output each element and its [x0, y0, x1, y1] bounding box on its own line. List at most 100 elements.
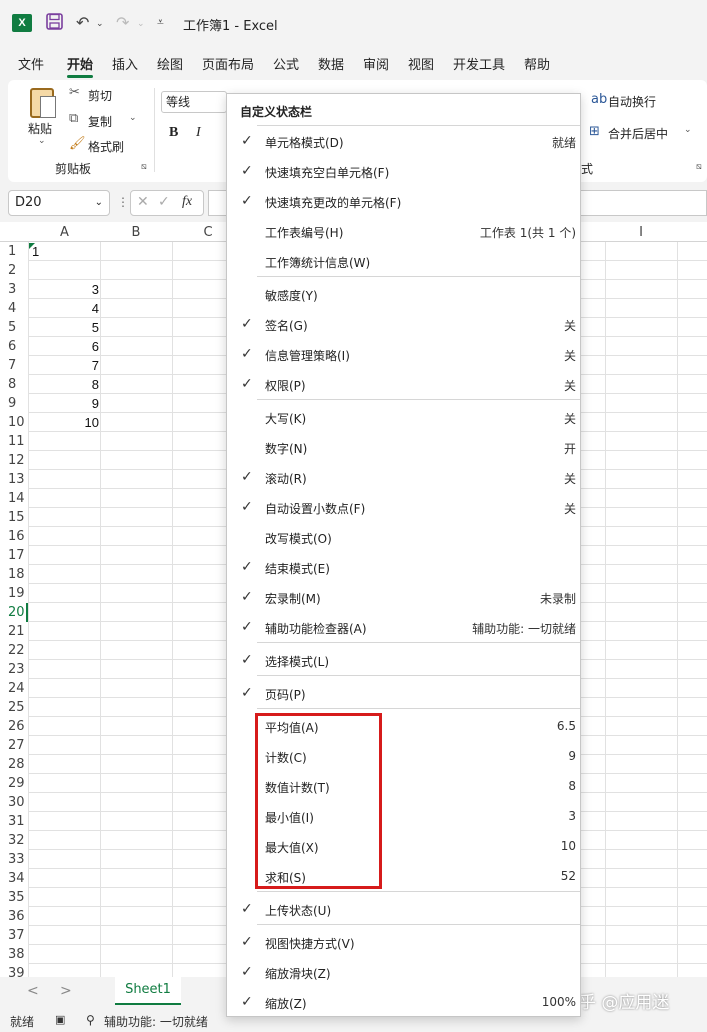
menu-item[interactable]: ✓ 宏录制(M) 未录制	[227, 582, 580, 612]
menu-item[interactable]: 工作簿统计信息(W)	[227, 246, 580, 276]
tab-page-layout[interactable]: 页面布局	[202, 54, 254, 73]
row-header[interactable]: 24	[0, 679, 28, 698]
sheet-tab-sheet1[interactable]: Sheet1	[115, 977, 181, 1005]
row-header[interactable]: 32	[0, 831, 28, 850]
wrap-text-icon[interactable]: ab	[591, 92, 607, 107]
row-header[interactable]: 1	[0, 242, 28, 261]
column-header-i[interactable]: I	[605, 225, 677, 240]
wrap-text-button[interactable]: 自动换行	[608, 93, 656, 110]
row-header[interactable]: 5	[0, 318, 28, 337]
tab-insert[interactable]: 插入	[112, 54, 138, 73]
copy-dropdown-icon[interactable]: ⌄	[129, 113, 137, 123]
cell-a5[interactable]: 5	[29, 318, 99, 337]
name-box[interactable]: D20 ⌄	[8, 190, 110, 216]
menu-item[interactable]: 工作表编号(H) 工作表 1(共 1 个)	[227, 216, 580, 246]
row-header[interactable]: 4	[0, 299, 28, 318]
menu-item[interactable]: ✓ 辅助功能检查器(A) 辅助功能: 一切就绪	[227, 612, 580, 642]
row-header[interactable]: 19	[0, 584, 28, 603]
row-header[interactable]: 14	[0, 489, 28, 508]
cell-a10[interactable]: 10	[29, 413, 99, 432]
row-header[interactable]: 13	[0, 470, 28, 489]
row-header[interactable]: 26	[0, 717, 28, 736]
row-header[interactable]: 29	[0, 774, 28, 793]
tab-draw[interactable]: 绘图	[157, 54, 183, 73]
copy-icon[interactable]: ⧉	[69, 111, 78, 126]
menu-item[interactable]: 大写(K) 关	[227, 402, 580, 432]
undo-icon[interactable]: ↶	[76, 13, 89, 32]
redo-icon[interactable]: ↷	[116, 13, 129, 32]
paste-button[interactable]: 粘贴	[28, 120, 52, 137]
insert-function-button[interactable]: fx	[182, 194, 192, 210]
save-icon[interactable]	[46, 13, 63, 34]
row-header[interactable]: 16	[0, 527, 28, 546]
merge-dropdown-icon[interactable]: ⌄	[684, 125, 692, 135]
row-header[interactable]: 15	[0, 508, 28, 527]
row-header[interactable]: 35	[0, 888, 28, 907]
menu-item[interactable]: ✓ 滚动(R) 关	[227, 462, 580, 492]
alignment-launcher-icon[interactable]: ⧅	[696, 162, 702, 172]
sheet-prev-icon[interactable]: <	[27, 983, 39, 999]
row-header[interactable]: 31	[0, 812, 28, 831]
cell-a3[interactable]: 3	[29, 280, 99, 299]
enter-icon[interactable]: ✓	[158, 194, 170, 210]
tab-formulas[interactable]: 公式	[273, 54, 299, 73]
row-header[interactable]: 3	[0, 280, 28, 299]
row-header[interactable]: 17	[0, 546, 28, 565]
name-box-dropdown-icon[interactable]: ⌄	[95, 191, 103, 215]
tab-help[interactable]: 帮助	[524, 54, 550, 73]
format-painter-button[interactable]: 格式刷	[88, 138, 124, 155]
row-header[interactable]: 6	[0, 337, 28, 356]
tab-file[interactable]: 文件	[18, 54, 44, 73]
row-header[interactable]: 20	[0, 603, 28, 622]
row-header[interactable]: 8	[0, 375, 28, 394]
menu-item[interactable]: ✓ 快速填充更改的单元格(F)	[227, 186, 580, 216]
italic-button[interactable]: I	[196, 125, 201, 141]
menu-item[interactable]: ✓ 缩放(Z) 100%	[227, 987, 580, 1017]
row-header[interactable]: 34	[0, 869, 28, 888]
menu-item[interactable]: 数字(N) 开	[227, 432, 580, 462]
row-header[interactable]: 9	[0, 394, 28, 413]
redo-dropdown-icon[interactable]: ⌄	[137, 19, 145, 29]
copy-button[interactable]: 复制	[88, 113, 112, 130]
tab-home[interactable]: 开始	[67, 54, 94, 78]
sheet-next-icon[interactable]: >	[60, 983, 72, 999]
accessibility-icon[interactable]: ⚲	[86, 1013, 95, 1027]
column-header-a[interactable]: A	[29, 225, 100, 240]
format-painter-icon[interactable]: 🖌	[69, 136, 86, 151]
menu-item[interactable]: ✓ 签名(G) 关	[227, 309, 580, 339]
scissors-icon[interactable]: ✂	[69, 85, 80, 100]
menu-item[interactable]: ✓ 单元格模式(D) 就绪	[227, 126, 580, 156]
paste-dropdown-icon[interactable]: ⌄	[38, 136, 46, 146]
menu-item[interactable]: ✓ 权限(P) 关	[227, 369, 580, 399]
menu-item[interactable]: ✓ 选择模式(L)	[227, 645, 580, 675]
font-name-box[interactable]: 等线	[161, 91, 227, 113]
bold-button[interactable]: B	[169, 125, 178, 141]
row-header[interactable]: 18	[0, 565, 28, 584]
row-header[interactable]: 22	[0, 641, 28, 660]
menu-item[interactable]: ✓ 快速填充空白单元格(F)	[227, 156, 580, 186]
tab-data[interactable]: 数据	[318, 54, 344, 73]
row-header[interactable]: 11	[0, 432, 28, 451]
customize-toolbar-icon[interactable]: ⩡	[157, 15, 164, 30]
menu-item[interactable]: ✓ 自动设置小数点(F) 关	[227, 492, 580, 522]
row-header[interactable]: 37	[0, 926, 28, 945]
undo-dropdown-icon[interactable]: ⌄	[96, 19, 104, 29]
cell-a8[interactable]: 8	[29, 375, 99, 394]
row-header[interactable]: 23	[0, 660, 28, 679]
tab-review[interactable]: 审阅	[363, 54, 389, 73]
menu-item[interactable]: ✓ 信息管理策略(I) 关	[227, 339, 580, 369]
cell-a4[interactable]: 4	[29, 299, 99, 318]
menu-item[interactable]: ✓ 视图快捷方式(V)	[227, 927, 580, 957]
row-header[interactable]: 2	[0, 261, 28, 280]
cell-a1[interactable]: 1	[29, 242, 99, 261]
cancel-icon[interactable]: ✕	[137, 194, 149, 210]
row-header[interactable]: 36	[0, 907, 28, 926]
row-header[interactable]: 38	[0, 945, 28, 964]
menu-item[interactable]: ✓ 缩放滑块(Z)	[227, 957, 580, 987]
row-header[interactable]: 7	[0, 356, 28, 375]
tab-view[interactable]: 视图	[408, 54, 434, 73]
tab-developer[interactable]: 开发工具	[453, 54, 505, 73]
column-header-b[interactable]: B	[100, 225, 172, 240]
cell-a6[interactable]: 6	[29, 337, 99, 356]
status-accessibility[interactable]: 辅助功能: 一切就绪	[104, 1013, 208, 1030]
